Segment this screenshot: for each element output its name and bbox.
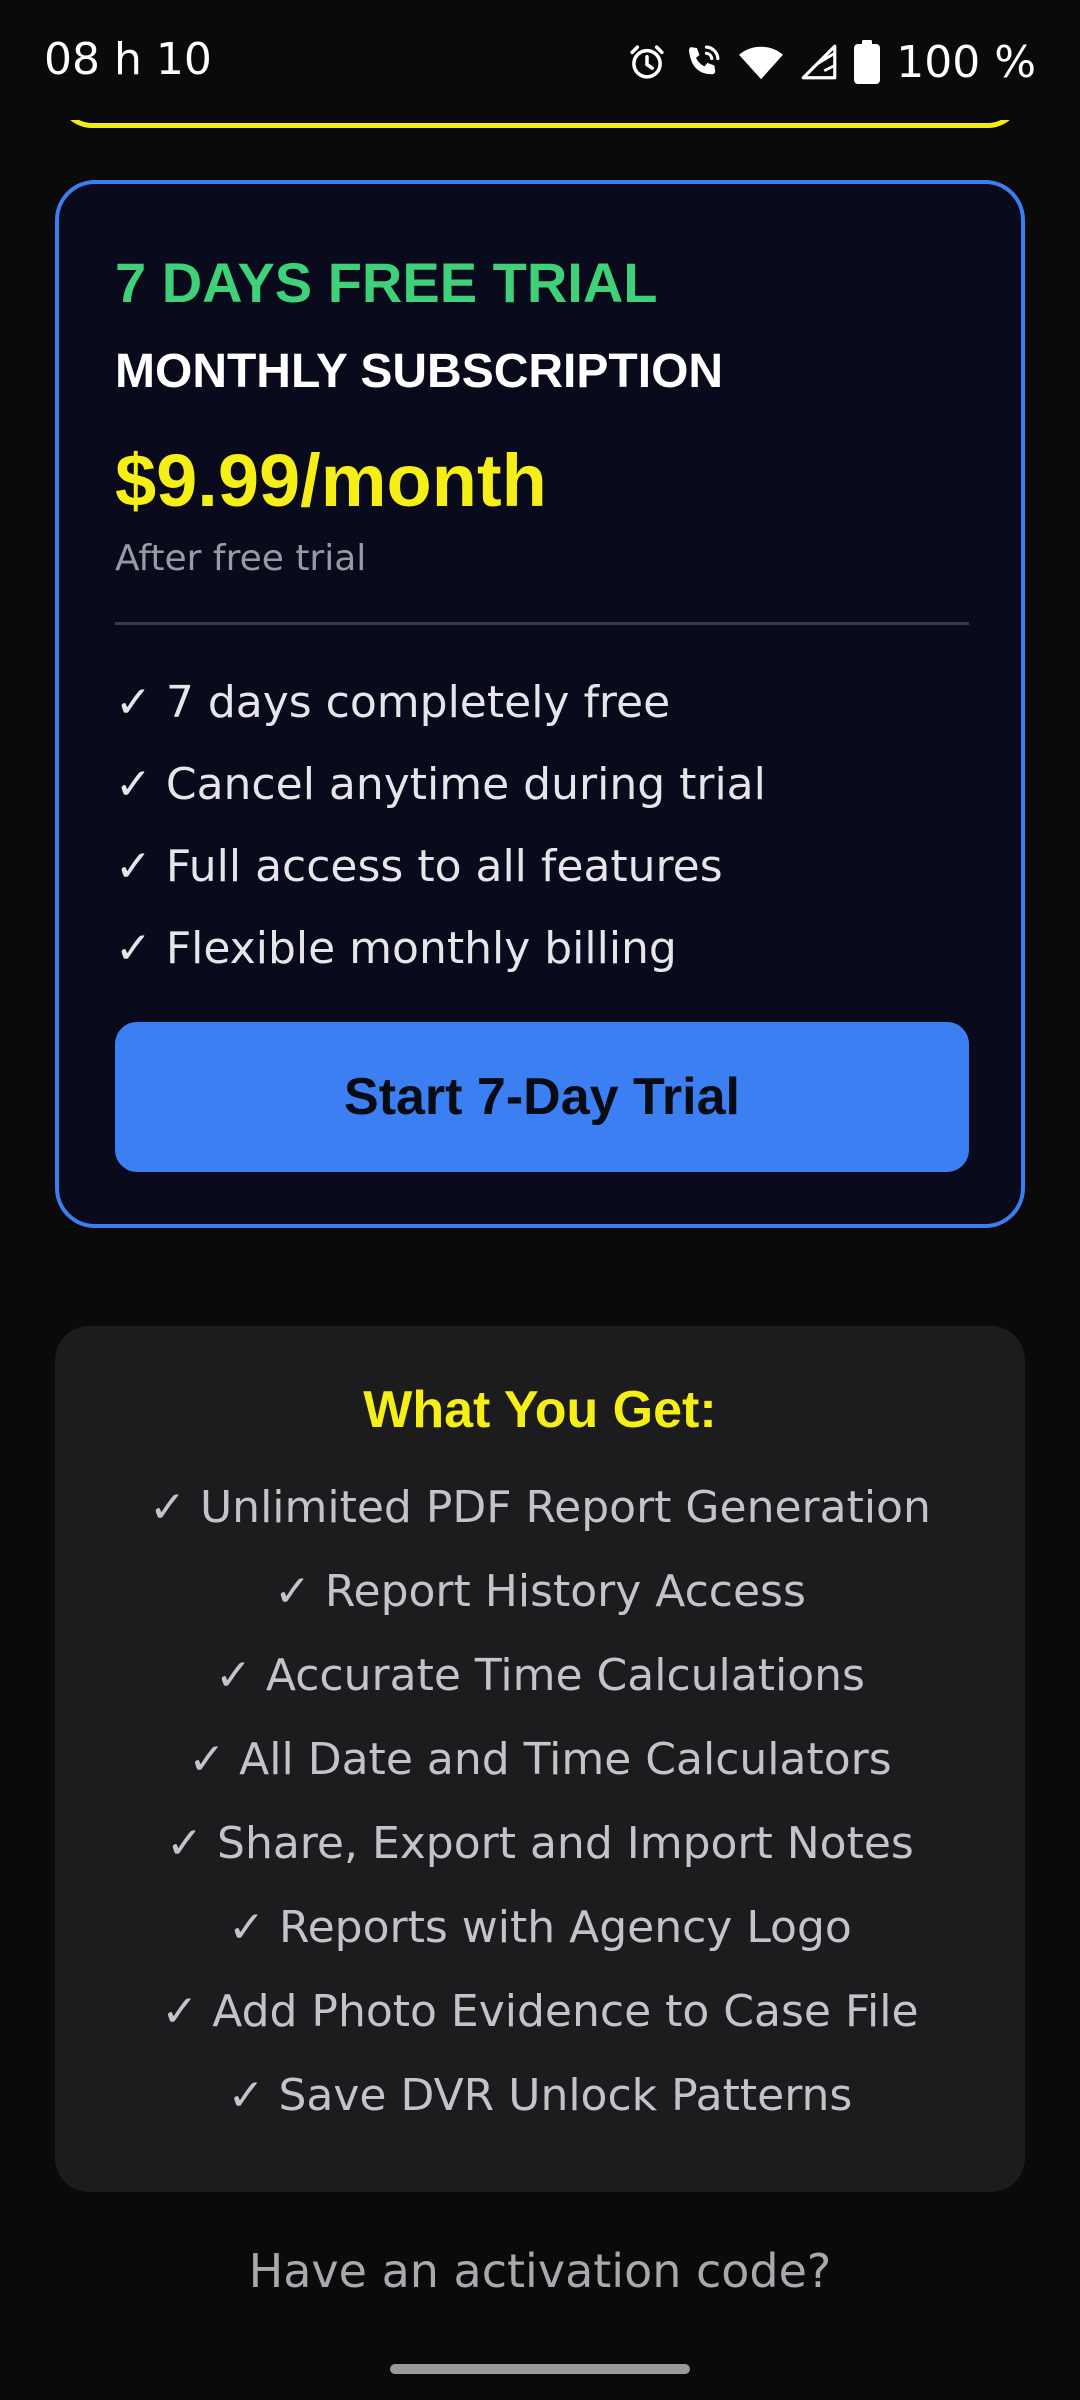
- trial-title: 7 DAYS FREE TRIAL: [115, 251, 658, 314]
- plan-name: MONTHLY SUBSCRIPTION: [115, 345, 724, 398]
- plan-feature-item: ✓ Flexible monthly billing: [115, 923, 677, 974]
- benefit-item: ✓ Unlimited PDF Report Generation: [149, 1482, 931, 1533]
- benefit-item: ✓ All Date and Time Calculators: [188, 1734, 892, 1785]
- battery-percent: 100 %: [896, 36, 1036, 88]
- plan-price: $9.99/month: [115, 439, 547, 522]
- benefit-item: ✓ Save DVR Unlock Patterns: [227, 2070, 853, 2121]
- benefit-item: ✓ Reports with Agency Logo: [228, 1902, 852, 1953]
- plan-feature-list: ✓ 7 days completely free ✓ Cancel anytim…: [115, 662, 766, 990]
- home-indicator[interactable]: [390, 2364, 690, 2374]
- wifi-icon: [738, 41, 784, 83]
- plan-feature-item: ✓ Full access to all features: [115, 841, 723, 892]
- benefit-item: ✓ Report History Access: [274, 1566, 806, 1617]
- plan-feature-item: ✓ Cancel anytime during trial: [115, 759, 766, 810]
- plan-feature-item: ✓ 7 days completely free: [115, 677, 671, 728]
- price-note: After free trial: [115, 538, 367, 579]
- battery-icon: [854, 40, 881, 84]
- benefits-list: ✓ Unlimited PDF Report Generation ✓ Repo…: [55, 1466, 1025, 2138]
- status-icons: 100 %: [626, 34, 1036, 90]
- start-trial-button[interactable]: Start 7-Day Trial: [115, 1022, 969, 1172]
- signal-icon: [798, 41, 840, 83]
- wifi-calling-icon: [682, 41, 724, 83]
- activation-code-link[interactable]: Have an activation code?: [0, 2244, 1080, 2298]
- benefits-card: What You Get: ✓ Unlimited PDF Report Gen…: [55, 1326, 1025, 2192]
- alarm-icon: [626, 41, 668, 83]
- benefits-title: What You Get:: [363, 1381, 717, 1439]
- status-bar: 08 h 10 100 %: [0, 0, 1080, 120]
- benefit-item: ✓ Add Photo Evidence to Case File: [161, 1986, 919, 2037]
- benefit-item: ✓ Share, Export and Import Notes: [166, 1818, 914, 1869]
- divider: [115, 622, 969, 625]
- monthly-plan-card[interactable]: 7 DAYS FREE TRIAL MONTHLY SUBSCRIPTION $…: [55, 180, 1025, 1228]
- status-time: 08 h 10: [44, 34, 212, 85]
- benefit-item: ✓ Accurate Time Calculations: [215, 1650, 865, 1701]
